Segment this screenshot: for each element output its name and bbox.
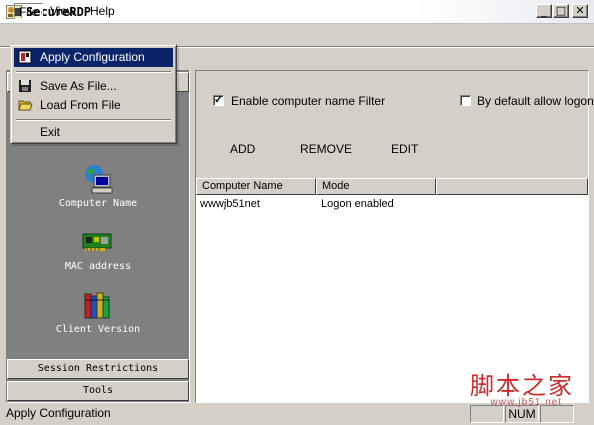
- menu-apply-configuration[interactable]: Apply Configuration: [14, 48, 173, 67]
- watermark-url: www.jb51.net: [490, 397, 562, 408]
- file-menu-dropdown: Apply Configuration Save As File... Load…: [10, 44, 177, 144]
- status-message: Apply Configuration: [6, 406, 111, 420]
- menu-save-as-label: Save As File...: [40, 79, 117, 93]
- watermark: 脚本之家: [470, 372, 574, 400]
- table-row-computer[interactable]: wwwjb51net: [200, 198, 260, 210]
- enable-filter-label: Enable computer name Filter: [231, 94, 386, 108]
- default-allow-checkbox[interactable]: [460, 95, 471, 106]
- nav-client-version[interactable]: Client Version: [30, 324, 166, 335]
- network-card-icon[interactable]: [81, 226, 113, 258]
- close-button[interactable]: ✕: [572, 4, 588, 18]
- floppy-disk-icon: [18, 79, 33, 93]
- add-button[interactable]: ADD: [230, 142, 255, 156]
- checkmark-icon: ✓: [214, 94, 224, 106]
- session-restrictions-button[interactable]: Session Restrictions: [7, 359, 189, 379]
- menu-separator: [16, 71, 171, 73]
- nav-mac-address[interactable]: MAC address: [30, 261, 166, 272]
- tools-button[interactable]: Tools: [7, 381, 189, 401]
- menu-exit[interactable]: Exit: [14, 123, 173, 142]
- table-row-mode[interactable]: Logon enabled: [321, 198, 394, 210]
- menu-apply-label: Apply Configuration: [40, 50, 145, 64]
- enable-filter-checkbox[interactable]: ✓: [213, 94, 224, 106]
- nav-computer-name[interactable]: Computer Name: [30, 198, 166, 209]
- menu-save-as-file[interactable]: Save As File...: [14, 77, 173, 96]
- menu-view[interactable]: View: [46, 3, 80, 19]
- menu-file[interactable]: File: [14, 3, 44, 19]
- apply-config-icon: [18, 50, 33, 64]
- menu-load-label: Load From File: [40, 98, 121, 112]
- remove-button[interactable]: REMOVE: [300, 142, 352, 156]
- column-header-mode[interactable]: Mode: [316, 178, 436, 195]
- column-header-empty: [436, 178, 588, 195]
- menu-bar: [0, 24, 594, 46]
- default-allow-label: By default allow logon: [477, 94, 594, 108]
- menu-load-from-file[interactable]: Load From File: [14, 96, 173, 115]
- computer-globe-icon[interactable]: [81, 163, 113, 195]
- column-header-computer-name[interactable]: Computer Name: [196, 178, 316, 195]
- maximize-button[interactable]: □: [553, 4, 569, 18]
- edit-button[interactable]: EDIT: [391, 142, 418, 156]
- menu-help[interactable]: Help: [86, 3, 119, 19]
- open-folder-icon: [18, 98, 33, 112]
- minimize-button[interactable]: _: [536, 4, 552, 18]
- menu-exit-label: Exit: [40, 125, 61, 139]
- menu-separator: [16, 119, 171, 121]
- books-icon[interactable]: [81, 290, 113, 322]
